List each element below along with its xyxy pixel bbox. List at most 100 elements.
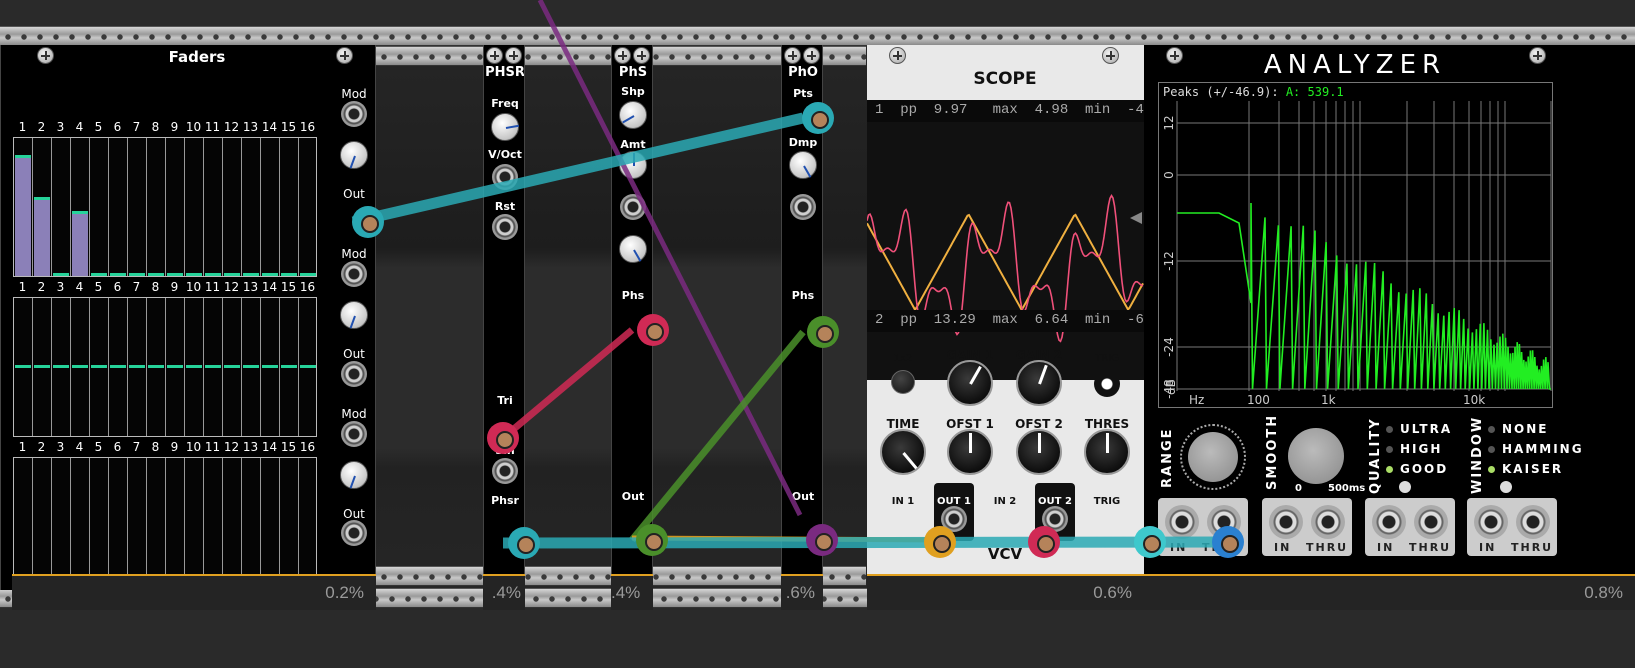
fader-divider bbox=[260, 298, 261, 436]
range-knob[interactable] bbox=[1188, 432, 1238, 482]
module-title: ANALYZER bbox=[1263, 50, 1447, 80]
analyzer-thru-jack[interactable] bbox=[1516, 505, 1550, 539]
window-option-hamming[interactable]: HAMMING bbox=[1488, 442, 1584, 456]
window-button[interactable] bbox=[1500, 481, 1512, 493]
freq-knob[interactable] bbox=[491, 113, 519, 141]
window-option-none[interactable]: NONE bbox=[1488, 422, 1548, 436]
time-knob[interactable] bbox=[880, 429, 926, 475]
gain2-knob[interactable] bbox=[1016, 360, 1062, 406]
fader-number: 4 bbox=[75, 280, 84, 294]
fader-slider[interactable] bbox=[167, 365, 183, 368]
analyzer-in-jack[interactable] bbox=[1372, 505, 1406, 539]
amt-attenuator[interactable] bbox=[619, 235, 647, 263]
mod-attenuator-3[interactable] bbox=[340, 461, 368, 489]
mode-button[interactable] bbox=[891, 370, 915, 394]
fader-slider[interactable] bbox=[205, 273, 221, 276]
fader-slider[interactable] bbox=[148, 365, 164, 368]
fader-slider[interactable] bbox=[300, 273, 316, 276]
plug-pts[interactable] bbox=[802, 102, 834, 134]
amt-input[interactable] bbox=[620, 194, 646, 220]
plug-pho-out[interactable] bbox=[806, 524, 838, 556]
plug-phs-in[interactable] bbox=[637, 314, 669, 346]
fader-number: 12 bbox=[223, 440, 240, 454]
analyzer-in-jack[interactable] bbox=[1474, 505, 1508, 539]
trig-button[interactable] bbox=[1094, 371, 1120, 397]
out-jack-3[interactable] bbox=[341, 520, 367, 546]
fader-slider[interactable] bbox=[262, 365, 278, 368]
quality-option-ultra[interactable]: ULTRA bbox=[1386, 422, 1452, 436]
plug-phsr-out[interactable] bbox=[508, 527, 540, 559]
fader-slider[interactable] bbox=[243, 365, 259, 368]
fader-slider[interactable] bbox=[224, 365, 240, 368]
fader-slider[interactable] bbox=[91, 273, 107, 276]
fader-divider bbox=[108, 298, 109, 436]
plug-pho-phs[interactable] bbox=[807, 316, 839, 348]
plug-phs-out[interactable] bbox=[636, 524, 668, 556]
fader-slider[interactable] bbox=[224, 273, 240, 276]
fader-divider bbox=[127, 298, 128, 436]
analyzer-thru-jack[interactable] bbox=[1414, 505, 1448, 539]
thru-label: THRU bbox=[1511, 541, 1554, 554]
voct-input[interactable] bbox=[492, 164, 518, 190]
analyzer-thru-jack[interactable] bbox=[1311, 505, 1345, 539]
sin-output[interactable] bbox=[492, 458, 518, 484]
fader-number: 2 bbox=[37, 280, 46, 294]
fader-slider[interactable] bbox=[262, 273, 278, 276]
hz-tick-label: 100 bbox=[1247, 393, 1270, 407]
ofst2-knob[interactable] bbox=[1016, 429, 1062, 475]
out-label: Out bbox=[343, 507, 365, 521]
plug-faders-out[interactable] bbox=[352, 206, 384, 238]
thres-knob[interactable] bbox=[1084, 429, 1130, 475]
gain1-knob[interactable] bbox=[947, 360, 993, 406]
fader-slider[interactable] bbox=[205, 365, 221, 368]
plug-scope-trig[interactable] bbox=[1134, 526, 1166, 558]
plug-tri[interactable] bbox=[487, 422, 519, 454]
fader-slider[interactable] bbox=[186, 273, 202, 276]
fader-slider[interactable] bbox=[72, 365, 88, 368]
fader-number: 5 bbox=[94, 120, 103, 134]
quality-option-good[interactable]: GOOD bbox=[1386, 462, 1448, 476]
amt-knob[interactable] bbox=[619, 151, 647, 179]
fader-slider[interactable] bbox=[300, 365, 316, 368]
mod-input-3[interactable] bbox=[341, 421, 367, 447]
fader-slider[interactable] bbox=[129, 365, 145, 368]
fader-slider[interactable] bbox=[91, 365, 107, 368]
mod-input-1[interactable] bbox=[341, 101, 367, 127]
fader-slider[interactable] bbox=[243, 273, 259, 276]
fader-slider[interactable] bbox=[53, 273, 69, 276]
mod-attenuator-2[interactable] bbox=[340, 301, 368, 329]
fader-slider[interactable] bbox=[129, 273, 145, 276]
rst-input[interactable] bbox=[492, 214, 518, 240]
fader-slider[interactable] bbox=[15, 365, 31, 368]
fader-slider[interactable] bbox=[15, 154, 31, 276]
fader-slider[interactable] bbox=[281, 273, 297, 276]
fader-slider[interactable] bbox=[281, 365, 297, 368]
shp-knob[interactable] bbox=[619, 101, 647, 129]
fader-slider[interactable] bbox=[148, 273, 164, 276]
dmp-knob[interactable] bbox=[789, 151, 817, 179]
quality-button[interactable] bbox=[1399, 481, 1411, 493]
ofst1-knob[interactable] bbox=[947, 429, 993, 475]
analyzer-in-jack[interactable] bbox=[1165, 505, 1199, 539]
fader-slider[interactable] bbox=[72, 211, 88, 276]
fader-slider[interactable] bbox=[110, 273, 126, 276]
fader-slider[interactable] bbox=[34, 365, 50, 368]
plug-analyzer-in[interactable] bbox=[1212, 526, 1244, 558]
window-option-kaiser[interactable]: KAISER bbox=[1488, 462, 1563, 476]
fader-number: 2 bbox=[37, 120, 46, 134]
mod-input-2[interactable] bbox=[341, 261, 367, 287]
mod-attenuator-1[interactable] bbox=[340, 141, 368, 169]
fader-slider[interactable] bbox=[186, 365, 202, 368]
out-jack-2[interactable] bbox=[341, 361, 367, 387]
smooth-knob[interactable] bbox=[1288, 428, 1344, 484]
fader-slider[interactable] bbox=[53, 365, 69, 368]
plug-scope-in2[interactable] bbox=[1028, 526, 1060, 558]
dmp-input[interactable] bbox=[790, 194, 816, 220]
plug-scope-in1[interactable] bbox=[924, 526, 956, 558]
quality-option-high[interactable]: HIGH bbox=[1386, 442, 1442, 456]
fader-divider bbox=[51, 458, 52, 590]
fader-slider[interactable] bbox=[110, 365, 126, 368]
fader-slider[interactable] bbox=[167, 273, 183, 276]
analyzer-in-jack[interactable] bbox=[1269, 505, 1303, 539]
fader-slider[interactable] bbox=[34, 197, 50, 276]
